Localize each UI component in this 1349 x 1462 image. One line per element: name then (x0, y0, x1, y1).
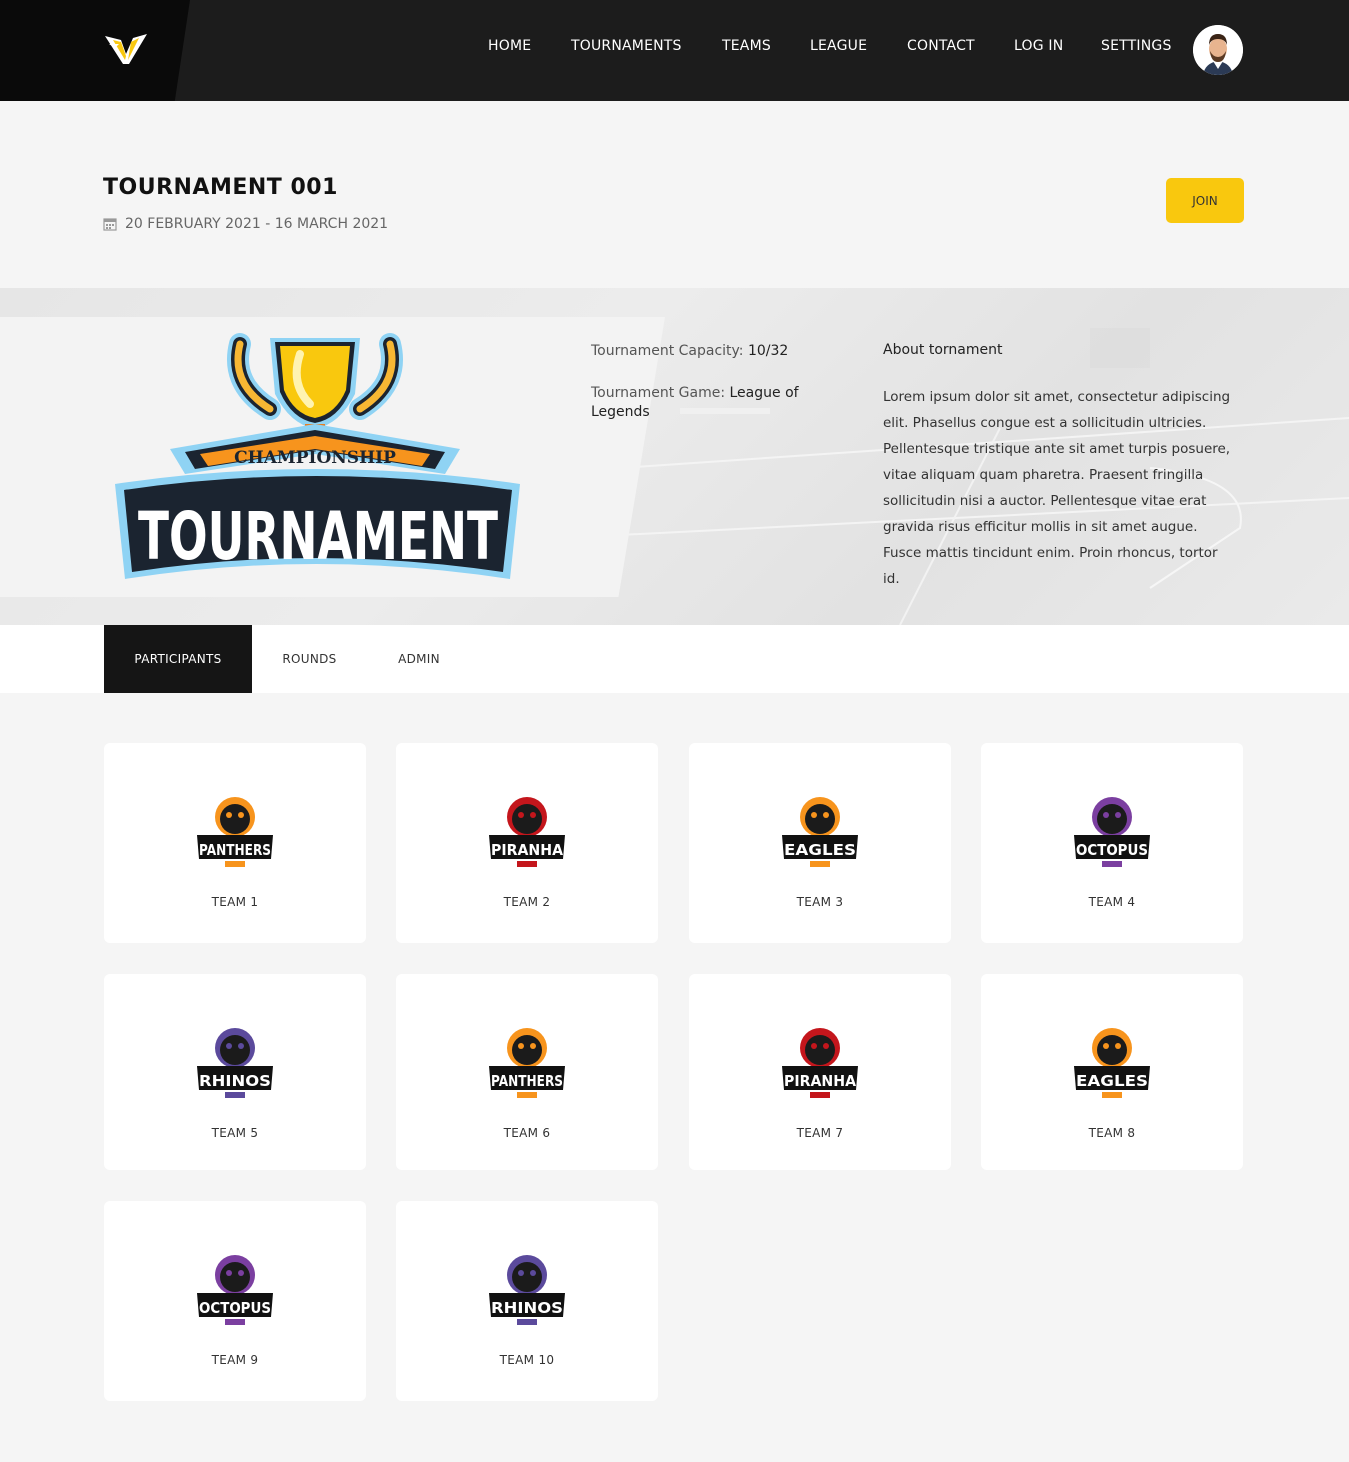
nav-home[interactable]: HOME (488, 38, 531, 54)
team-name: TEAM 1 (211, 895, 259, 909)
crest-label: EAGLES (1076, 1072, 1148, 1090)
join-button[interactable]: JOIN (1166, 178, 1244, 223)
tab-rounds[interactable]: ROUNDS (252, 625, 367, 693)
team-card[interactable]: EAGLES TEAM 8 (981, 974, 1243, 1170)
crest-label: PIRANHA (784, 1072, 856, 1090)
nav-contact[interactable]: CONTACT (907, 38, 975, 54)
capacity-info: Tournament Capacity: 10/32 (591, 342, 788, 361)
team-name: TEAM 3 (796, 895, 844, 909)
crest-label: OCTOPUS (1076, 841, 1148, 859)
tab-participants[interactable]: PARTICIPANTS (104, 625, 252, 693)
eagles-crest-icon: EAGLES (1074, 1028, 1150, 1098)
panthers-crest-icon: PANTHERS (489, 1028, 565, 1098)
nav-tournaments[interactable]: TOURNAMENTS (571, 38, 682, 54)
calendar-icon (103, 218, 117, 231)
team-name: TEAM 6 (503, 1126, 551, 1140)
crest-label: OCTOPUS (199, 1299, 271, 1317)
crest-label: PANTHERS (491, 1072, 563, 1090)
team-name: TEAM 8 (1088, 1126, 1136, 1140)
team-card[interactable]: RHINOS TEAM 10 (396, 1201, 658, 1401)
top-navbar: HOME TOURNAMENTS TEAMS LEAGUE CONTACT LO… (0, 0, 1349, 101)
crest-top-text: CHAMPIONSHIP (234, 448, 396, 468)
team-name: TEAM 10 (499, 1353, 555, 1367)
rhinos-crest-icon: RHINOS (489, 1255, 565, 1325)
game-label: Tournament Game: (591, 385, 726, 401)
tournament-dates: 20 FEBRUARY 2021 - 16 MARCH 2021 (103, 216, 388, 232)
about-text: Lorem ipsum dolor sit amet, consectetur … (883, 389, 1231, 587)
dates-text: 20 FEBRUARY 2021 - 16 MARCH 2021 (125, 216, 389, 232)
about-title: About tornament (883, 342, 1003, 358)
nav-settings[interactable]: SETTINGS (1101, 38, 1172, 54)
v-logo-icon[interactable] (103, 30, 149, 66)
avatar-image (1193, 25, 1243, 75)
user-avatar[interactable] (1193, 25, 1243, 75)
nav-login[interactable]: LOG IN (1014, 38, 1063, 54)
team-card[interactable]: PIRANHA TEAM 2 (396, 743, 658, 943)
game-info: Tournament Game: League of Legends (591, 384, 811, 422)
team-name: TEAM 5 (211, 1126, 259, 1140)
team-card[interactable]: EAGLES TEAM 3 (689, 743, 951, 943)
eagles-crest-icon: EAGLES (782, 797, 858, 867)
team-name: TEAM 9 (211, 1353, 259, 1367)
team-name: TEAM 4 (1088, 895, 1136, 909)
crest-main-text: TOURNAMENT (138, 498, 498, 575)
panthers-crest-icon: PANTHERS (197, 797, 273, 867)
team-name: TEAM 7 (796, 1126, 844, 1140)
piranha-crest-icon: PIRANHA (782, 1028, 858, 1098)
capacity-value: 10/32 (747, 343, 789, 359)
crest-label: EAGLES (784, 841, 856, 859)
team-card[interactable]: PIRANHA TEAM 7 (689, 974, 951, 1170)
team-card[interactable]: OCTOPUS TEAM 9 (104, 1201, 366, 1401)
tab-admin[interactable]: ADMIN (367, 625, 471, 693)
nav-teams[interactable]: TEAMS (722, 38, 771, 54)
logo-panel (0, 0, 190, 101)
crest-label: RHINOS (199, 1072, 271, 1090)
rhinos-crest-icon: RHINOS (197, 1028, 273, 1098)
team-card[interactable]: RHINOS TEAM 5 (104, 974, 366, 1170)
capacity-label: Tournament Capacity: (591, 343, 744, 359)
team-name: TEAM 2 (503, 895, 551, 909)
tab-bar: PARTICIPANTS ROUNDS ADMIN (0, 625, 1349, 693)
piranha-crest-icon: PIRANHA (489, 797, 565, 867)
octopus-crest-icon: OCTOPUS (197, 1255, 273, 1325)
page-title: TOURNAMENT 001 (103, 175, 338, 200)
crest-label: PANTHERS (199, 841, 271, 859)
nav-league[interactable]: LEAGUE (810, 38, 867, 54)
octopus-crest-icon: OCTOPUS (1074, 797, 1150, 867)
crest-label: PIRANHA (491, 841, 563, 859)
team-card[interactable]: PANTHERS TEAM 6 (396, 974, 658, 1170)
team-card[interactable]: OCTOPUS TEAM 4 (981, 743, 1243, 943)
tournament-crest-icon: CHAMPIONSHIP TOURNAMENT (115, 333, 520, 579)
team-card[interactable]: PANTHERS TEAM 1 (104, 743, 366, 943)
crest-label: RHINOS (491, 1299, 563, 1317)
